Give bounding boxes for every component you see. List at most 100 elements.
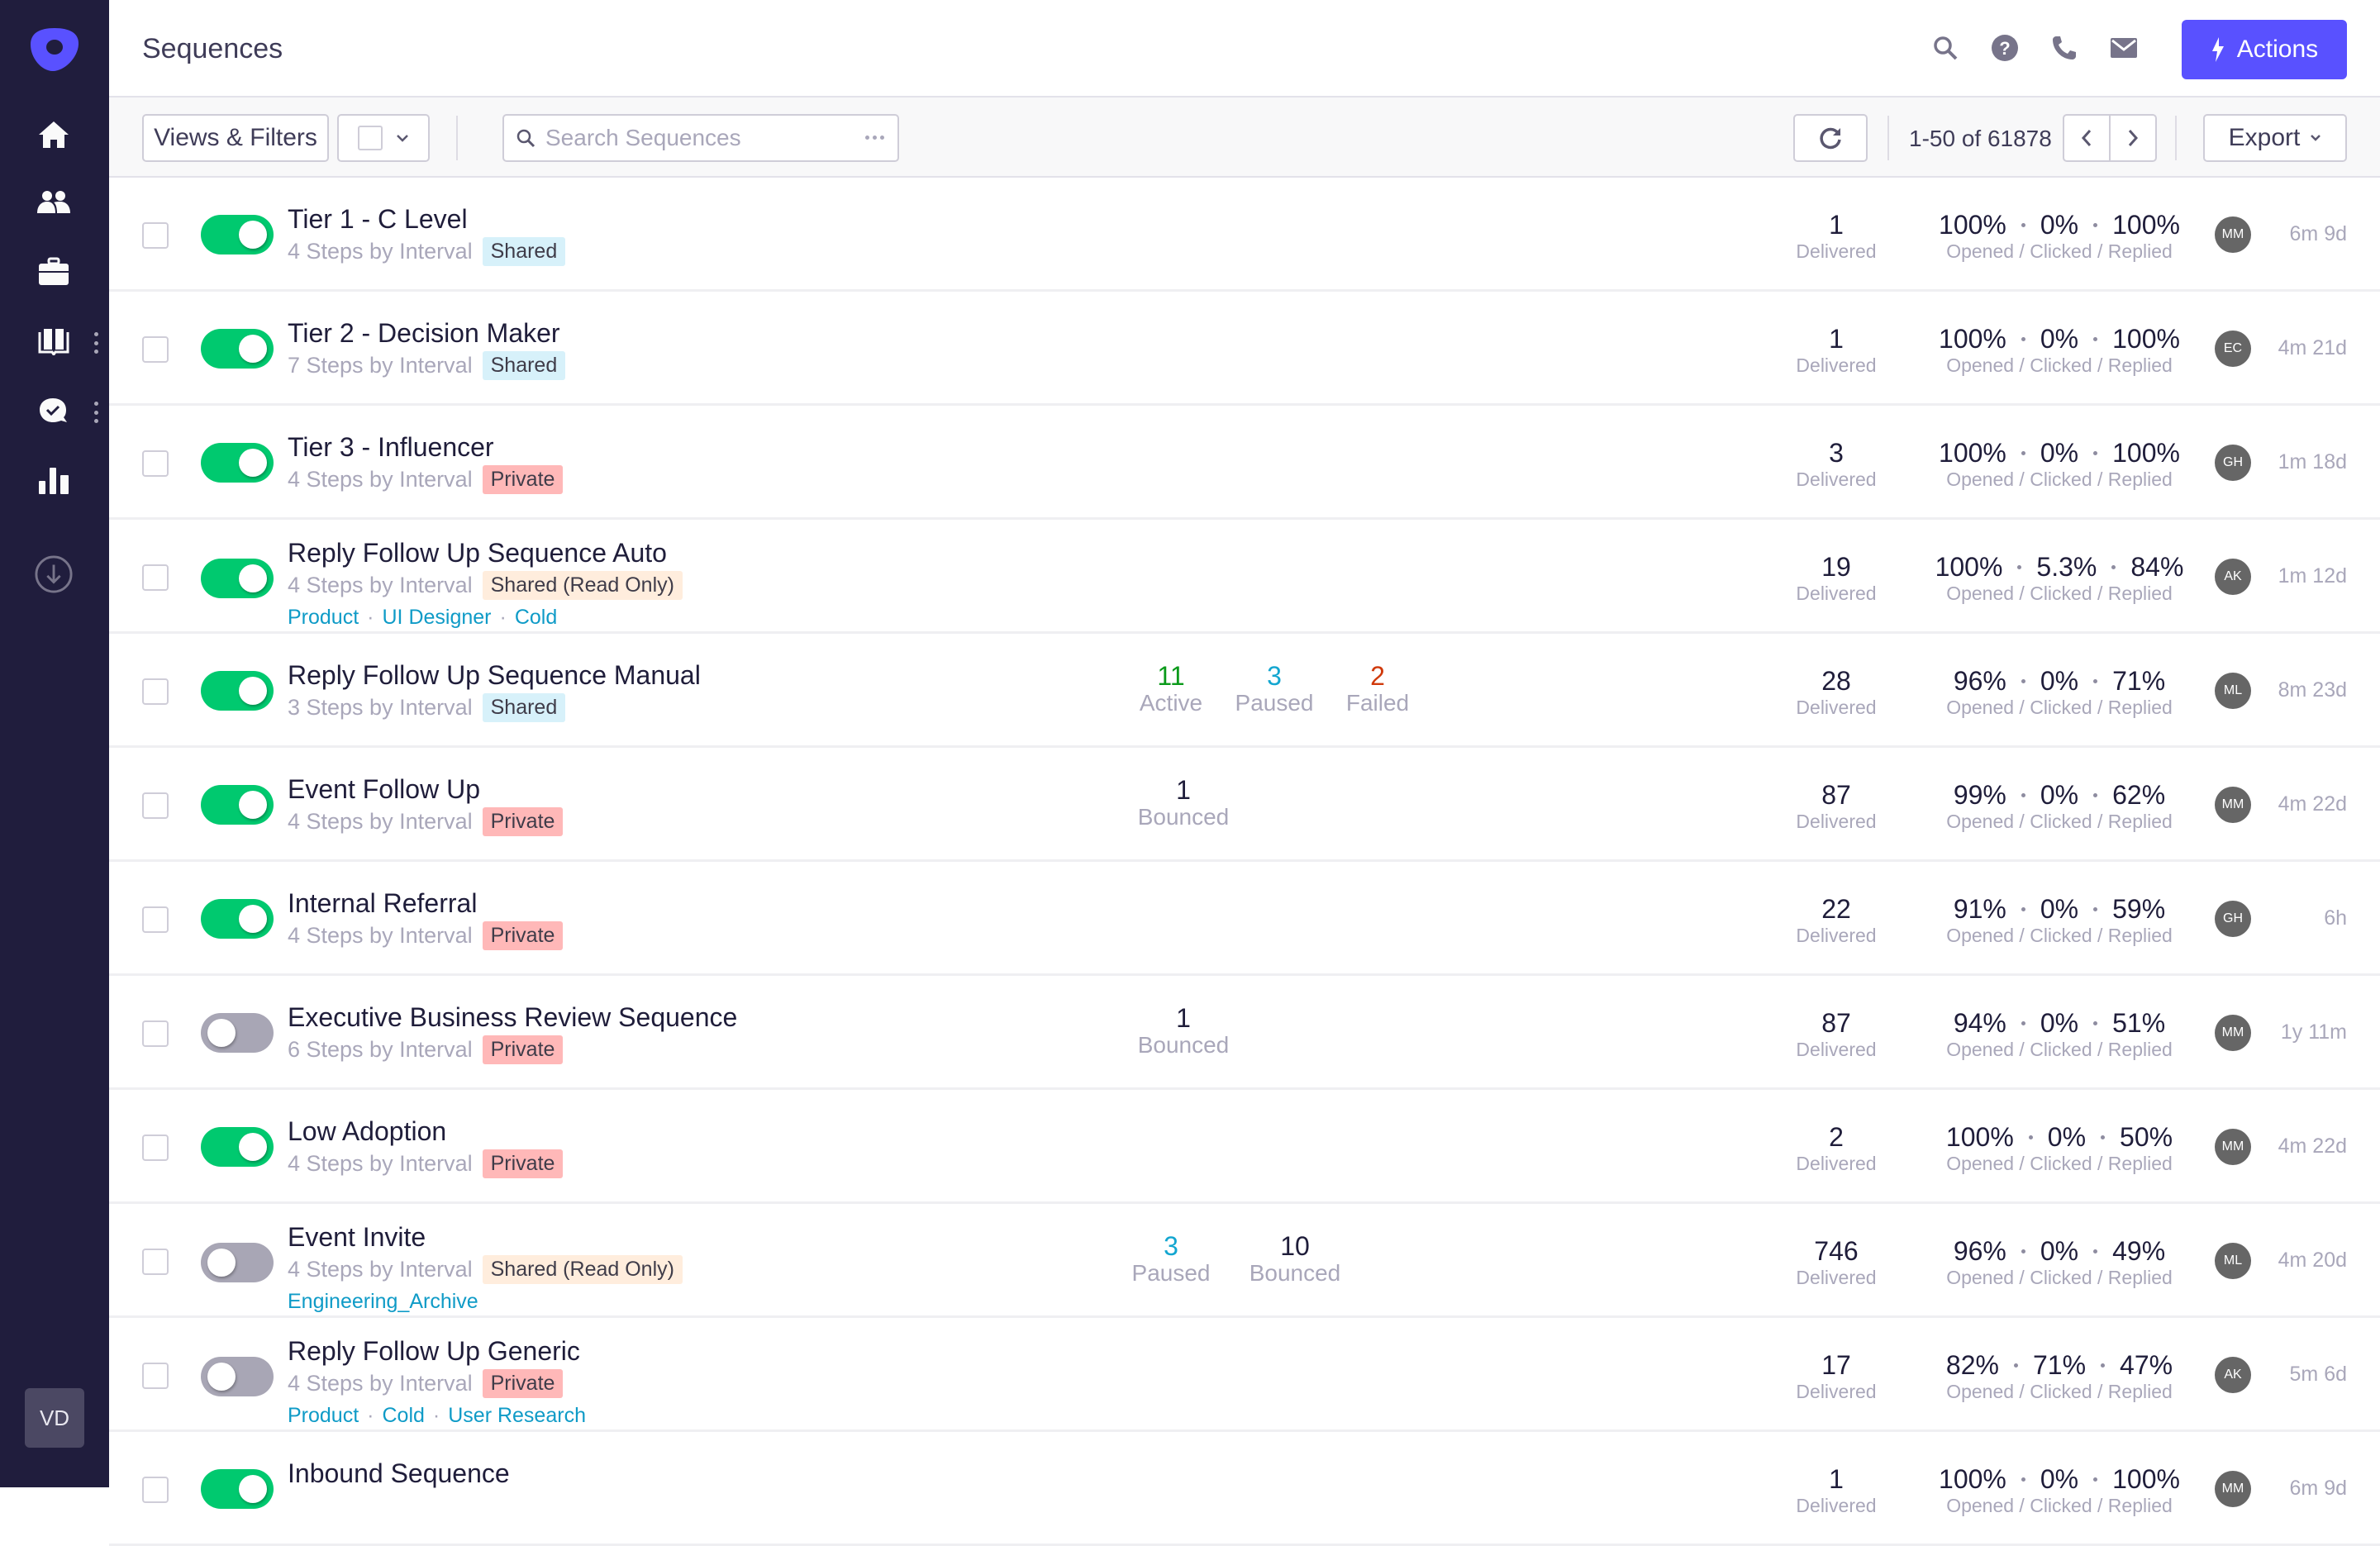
prospect-stat-paused[interactable]: 3 Paused <box>1126 1232 1216 1287</box>
owner-avatar[interactable]: AK <box>2215 1357 2251 1393</box>
sequence-name[interactable]: Tier 1 - C Level <box>288 204 468 235</box>
sequence-enabled-toggle[interactable] <box>201 329 274 369</box>
previous-page-button[interactable] <box>2063 114 2111 162</box>
search-field[interactable] <box>502 114 899 162</box>
sequence-name[interactable]: Reply Follow Up Sequence Auto <box>288 538 667 568</box>
owner-avatar[interactable]: MM <box>2215 787 2251 823</box>
sequence-enabled-toggle[interactable] <box>201 1357 274 1396</box>
phone-icon[interactable] <box>2049 33 2079 63</box>
prospect-stat-bounced[interactable]: 1 Bounced <box>1126 1004 1241 1058</box>
sequence-row[interactable]: Reply Follow Up Sequence Auto 4 Steps by … <box>109 520 2380 634</box>
row-checkbox[interactable] <box>142 792 169 819</box>
owner-avatar[interactable]: MM <box>2215 1015 2251 1051</box>
sequence-enabled-toggle[interactable] <box>201 443 274 483</box>
sequence-row[interactable]: Reply Follow Up Sequence Manual 3 Steps b… <box>109 634 2380 748</box>
briefcase-icon[interactable] <box>35 253 73 291</box>
sequence-name[interactable]: Event Follow Up <box>288 774 480 805</box>
actions-button[interactable]: Actions <box>2182 20 2347 79</box>
prospect-stat-failed[interactable]: 2 Failed <box>1332 662 1423 716</box>
sequence-row[interactable]: Reply Follow Up Generic 4 Steps by Interv… <box>109 1318 2380 1432</box>
sequence-row[interactable]: Tier 3 - Influencer 4 Steps by Interval Pr… <box>109 406 2380 520</box>
row-checkbox[interactable] <box>142 222 169 249</box>
owner-avatar[interactable]: ML <box>2215 1243 2251 1279</box>
download-icon[interactable] <box>35 555 73 593</box>
sequence-name[interactable]: Tier 3 - Influencer <box>288 432 494 463</box>
select-all-dropdown[interactable] <box>337 114 430 162</box>
owner-avatar[interactable]: MM <box>2215 1129 2251 1165</box>
search-icon[interactable] <box>1930 33 1960 63</box>
select-all-checkbox[interactable] <box>358 126 383 150</box>
sequence-row[interactable]: Tier 2 - Decision Maker 7 Steps by Interv… <box>109 292 2380 406</box>
sequence-row[interactable]: Tier 1 - C Level 4 Steps by Interval Share… <box>109 178 2380 292</box>
sequence-name[interactable]: Reply Follow Up Sequence Manual <box>288 660 701 691</box>
bar-chart-icon[interactable] <box>35 461 73 499</box>
owner-avatar[interactable]: ML <box>2215 673 2251 709</box>
sequence-row[interactable]: Event Follow Up 4 Steps by Interval Privat… <box>109 748 2380 862</box>
chat-check-icon[interactable] <box>35 392 73 430</box>
sequence-enabled-toggle[interactable] <box>201 899 274 939</box>
row-checkbox[interactable] <box>142 450 169 477</box>
row-checkbox[interactable] <box>142 1249 169 1275</box>
sequence-row[interactable]: Event Invite 4 Steps by Interval Shared (R… <box>109 1204 2380 1318</box>
row-checkbox[interactable] <box>142 1363 169 1389</box>
row-checkbox[interactable] <box>142 1135 169 1161</box>
row-checkbox[interactable] <box>142 564 169 591</box>
tag-link[interactable]: User Research <box>448 1404 586 1427</box>
sequence-row[interactable]: Executive Business Review Sequence 6 Step… <box>109 976 2380 1090</box>
sequence-name[interactable]: Low Adoption <box>288 1116 446 1147</box>
sequence-enabled-toggle[interactable] <box>201 559 274 598</box>
prospect-stat-active[interactable]: 11 Active <box>1126 662 1216 716</box>
tag-link[interactable]: Cold <box>383 1404 425 1427</box>
sequence-enabled-toggle[interactable] <box>201 785 274 825</box>
sequence-enabled-toggle[interactable] <box>201 671 274 711</box>
row-checkbox[interactable] <box>142 336 169 363</box>
sequence-name[interactable]: Executive Business Review Sequence <box>288 1002 737 1033</box>
sequence-name[interactable]: Tier 2 - Decision Maker <box>288 318 560 349</box>
row-checkbox[interactable] <box>142 678 169 705</box>
next-page-button[interactable] <box>2109 114 2157 162</box>
outreach-logo-icon[interactable] <box>30 26 79 73</box>
help-icon[interactable]: ? <box>1990 33 2020 63</box>
prospect-stat-bounced[interactable]: 10 Bounced <box>1237 1232 1353 1287</box>
owner-avatar[interactable]: EC <box>2215 331 2251 367</box>
views-filters-button[interactable]: Views & Filters <box>142 114 329 162</box>
prospect-stat-bounced[interactable]: 1 Bounced <box>1126 776 1241 830</box>
owner-avatar[interactable]: GH <box>2215 445 2251 481</box>
row-checkbox[interactable] <box>142 1020 169 1047</box>
more-options-icon[interactable] <box>865 136 884 140</box>
sequence-enabled-toggle[interactable] <box>201 215 274 254</box>
user-avatar[interactable]: VD <box>25 1388 84 1448</box>
book-icon[interactable] <box>35 322 73 360</box>
row-checkbox[interactable] <box>142 906 169 933</box>
tag-link[interactable]: UI Designer <box>383 606 492 629</box>
owner-avatar[interactable]: GH <box>2215 901 2251 937</box>
row-checkbox[interactable] <box>142 1477 169 1503</box>
search-input[interactable] <box>545 125 843 151</box>
refresh-button[interactable] <box>1793 114 1868 162</box>
home-icon[interactable] <box>35 116 73 154</box>
sequence-row[interactable]: Inbound Sequence 1 Delivered 100% 0% 100% Open… <box>109 1432 2380 1546</box>
tag-link[interactable]: Engineering_Archive <box>288 1290 478 1313</box>
owner-avatar[interactable]: AK <box>2215 559 2251 595</box>
sequence-enabled-toggle[interactable] <box>201 1469 274 1509</box>
tag-link[interactable]: Cold <box>515 606 557 629</box>
owner-avatar[interactable]: MM <box>2215 216 2251 253</box>
sequence-name[interactable]: Internal Referral <box>288 888 477 919</box>
tag-link[interactable]: Product <box>288 606 359 629</box>
library-menu-icon[interactable] <box>93 332 99 354</box>
tag-link[interactable]: Product <box>288 1404 359 1427</box>
prospect-stat-paused[interactable]: 3 Paused <box>1229 662 1320 716</box>
sequence-enabled-toggle[interactable] <box>201 1127 274 1167</box>
sequence-row[interactable]: Internal Referral 4 Steps by Interval Priv… <box>109 862 2380 976</box>
sequence-enabled-toggle[interactable] <box>201 1013 274 1053</box>
sequence-enabled-toggle[interactable] <box>201 1243 274 1282</box>
sequence-row[interactable]: Low Adoption 4 Steps by Interval Private 2 D… <box>109 1090 2380 1204</box>
sequence-name[interactable]: Inbound Sequence <box>288 1458 510 1489</box>
tasks-menu-icon[interactable] <box>93 402 99 423</box>
sequence-name[interactable]: Reply Follow Up Generic <box>288 1336 580 1367</box>
owner-avatar[interactable]: MM <box>2215 1471 2251 1507</box>
sequence-name[interactable]: Event Invite <box>288 1222 426 1253</box>
mail-icon[interactable] <box>2109 33 2139 63</box>
export-button[interactable]: Export <box>2203 114 2347 162</box>
people-icon[interactable] <box>35 183 73 221</box>
